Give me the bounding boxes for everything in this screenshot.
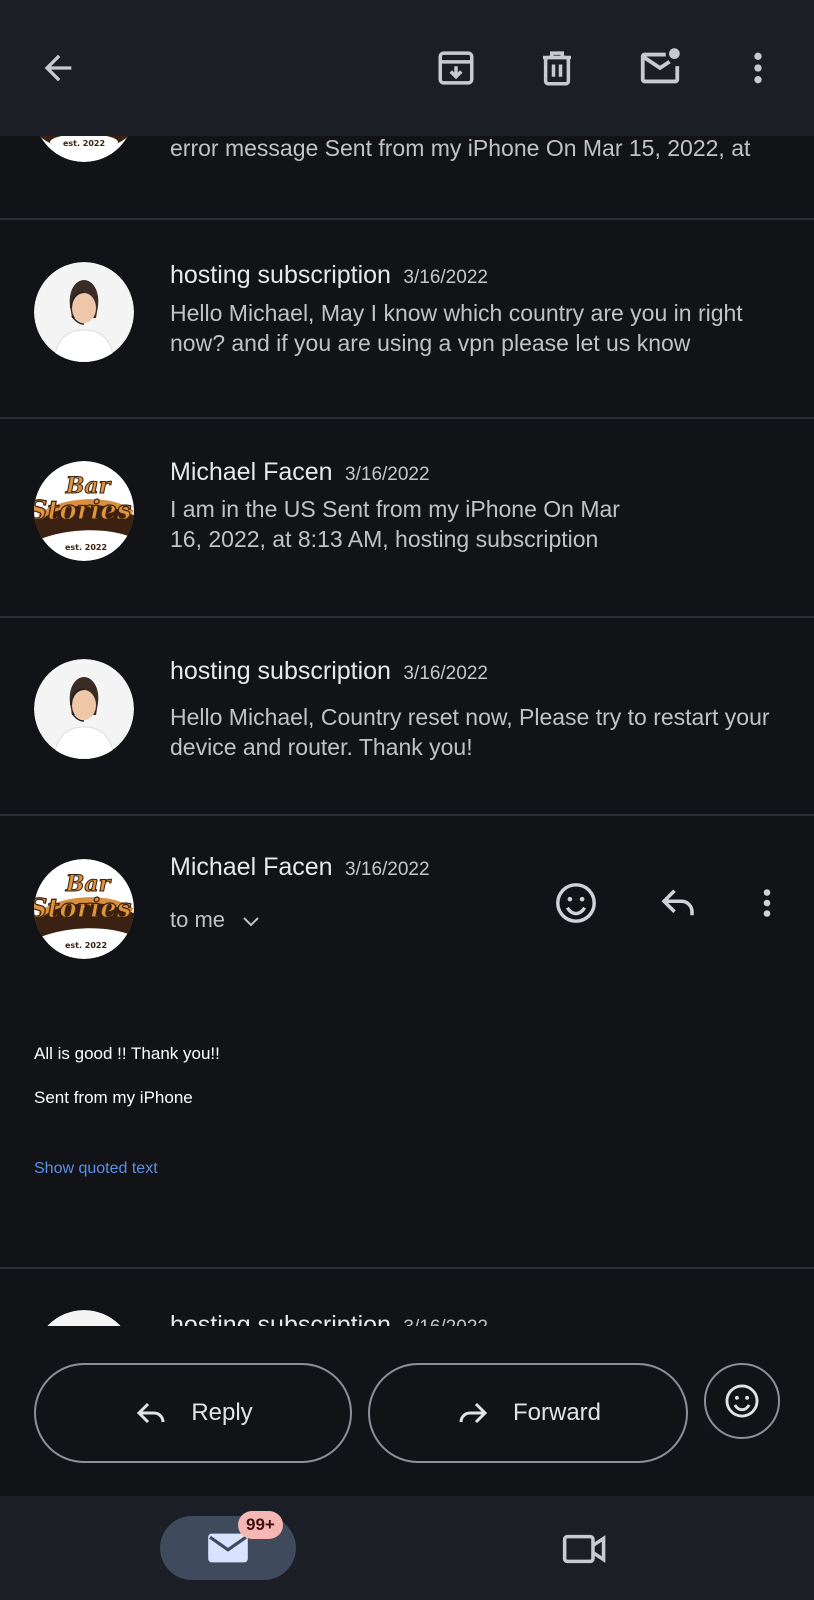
message-date: 3/16/2022 bbox=[345, 464, 430, 485]
message-divider bbox=[0, 814, 814, 816]
message-date: 3/16/2022 bbox=[403, 663, 488, 684]
conversation-thread[interactable]: est. 2022 error message Sent from my iPh… bbox=[0, 136, 814, 1326]
message-divider bbox=[0, 616, 814, 618]
unread-count-badge: 99+ bbox=[238, 1511, 283, 1539]
svg-text:est. 2022: est. 2022 bbox=[65, 941, 107, 950]
support-agent-photo bbox=[34, 659, 134, 759]
arrow-left-icon bbox=[44, 54, 72, 82]
more-vert-icon bbox=[763, 889, 771, 917]
react-emoji-button[interactable] bbox=[548, 875, 604, 931]
message-header: Michael Facen 3/16/2022 bbox=[170, 853, 430, 882]
reply-icon-button[interactable] bbox=[650, 875, 706, 931]
message-header: Michael Facen 3/16/2022 bbox=[170, 458, 430, 487]
svg-text:est. 2022: est. 2022 bbox=[65, 543, 107, 552]
sender-avatar: Bar Stories est. 2022 bbox=[34, 461, 134, 561]
video-camera-icon bbox=[562, 1534, 606, 1564]
message-header: hosting subscription 3/16/2022 bbox=[170, 1311, 488, 1326]
message-divider bbox=[0, 218, 814, 220]
archive-icon bbox=[438, 51, 474, 85]
show-quoted-text-link[interactable]: Show quoted text bbox=[34, 1160, 158, 1178]
reply-icon bbox=[661, 889, 694, 916]
reply-label: Reply bbox=[191, 1399, 253, 1426]
mark-unread-button[interactable] bbox=[628, 36, 692, 100]
recipients-label: to me bbox=[170, 907, 226, 932]
message-date: 3/16/2022 bbox=[403, 1317, 488, 1326]
react-emoji-button[interactable] bbox=[704, 1363, 780, 1439]
message-body-line: Sent from my iPhone bbox=[34, 1088, 193, 1107]
sender-name: Michael Facen bbox=[170, 853, 333, 881]
message-more-button[interactable] bbox=[739, 875, 795, 931]
support-agent-photo bbox=[47, 1310, 121, 1326]
chevron-down-icon bbox=[243, 917, 259, 927]
trash-icon bbox=[543, 51, 571, 86]
message-snippet: Hello Michael, May I know which country … bbox=[170, 300, 743, 356]
recipients-toggle[interactable]: to me bbox=[170, 907, 263, 933]
reply-icon bbox=[137, 1402, 165, 1424]
forward-label: Forward bbox=[512, 1399, 602, 1426]
message-date: 3/16/2022 bbox=[345, 859, 430, 880]
message-snippet: Hello Michael, Country reset now, Please… bbox=[170, 704, 770, 760]
sender-avatar[interactable]: Bar Stories est. 2022 bbox=[34, 859, 134, 959]
delete-button[interactable] bbox=[525, 36, 589, 100]
support-agent-photo bbox=[34, 262, 134, 362]
emoji-icon bbox=[725, 1384, 759, 1418]
sender-avatar bbox=[34, 262, 134, 362]
forward-icon bbox=[459, 1402, 488, 1424]
message-snippet: I am in the US Sent from my iPhone On Ma… bbox=[170, 496, 620, 552]
archive-button[interactable] bbox=[424, 36, 488, 100]
emoji-icon bbox=[556, 883, 596, 923]
reply-button[interactable]: Reply bbox=[34, 1363, 352, 1463]
sender-avatar: est. 2022 bbox=[34, 136, 134, 162]
sender-name: hosting subscription bbox=[170, 1311, 391, 1326]
bar-stories-logo: BarStoriesest. 2022 bbox=[34, 859, 134, 959]
top-app-bar bbox=[0, 0, 814, 136]
message-divider bbox=[0, 1267, 814, 1269]
message-header: hosting subscription 3/16/2022 bbox=[170, 657, 488, 686]
forward-button[interactable]: Forward bbox=[368, 1363, 688, 1463]
nav-meet-tab[interactable] bbox=[560, 1524, 610, 1574]
back-button[interactable] bbox=[26, 36, 90, 100]
mail-unread-icon bbox=[640, 48, 680, 84]
message-header: hosting subscription 3/16/2022 bbox=[170, 261, 488, 290]
message-body-line: All is good !! Thank you!! bbox=[34, 1044, 220, 1063]
message-date: 3/16/2022 bbox=[403, 267, 488, 288]
sender-avatar bbox=[34, 1310, 134, 1326]
sender-name: hosting subscription bbox=[170, 261, 391, 289]
sender-name: Michael Facen bbox=[170, 458, 333, 486]
message-divider bbox=[0, 417, 814, 419]
svg-text:Stories: Stories bbox=[34, 496, 132, 526]
sender-name: hosting subscription bbox=[170, 657, 391, 685]
message-snippet: error message Sent from my iPhone On Mar… bbox=[170, 136, 751, 161]
more-options-button[interactable] bbox=[726, 36, 790, 100]
reply-forward-bar: Reply Forward bbox=[0, 1326, 814, 1496]
more-vert-icon bbox=[754, 52, 762, 84]
sender-avatar bbox=[34, 659, 134, 759]
svg-text:est. 2022: est. 2022 bbox=[63, 139, 105, 148]
bottom-navigation: 99+ bbox=[0, 1496, 814, 1600]
svg-text:Stories: Stories bbox=[34, 894, 132, 924]
bar-stories-logo: est. 2022 bbox=[39, 136, 129, 162]
bar-stories-logo: BarStoriesest. 2022 bbox=[34, 461, 134, 561]
